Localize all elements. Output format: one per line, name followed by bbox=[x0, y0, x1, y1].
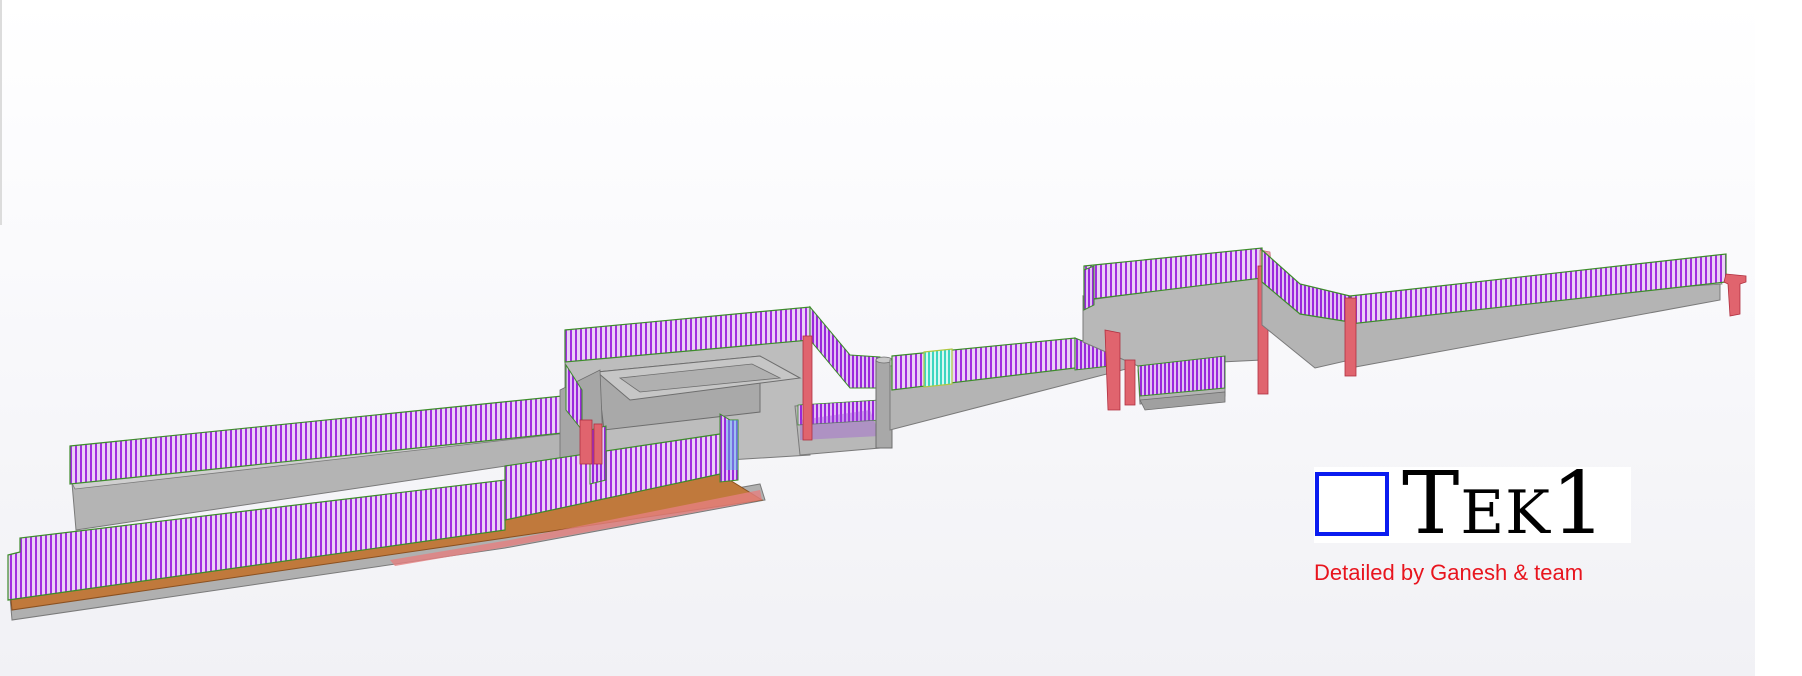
logo-wordmark: TEK1 bbox=[1402, 461, 1607, 556]
logo-letter-t: T bbox=[1402, 454, 1461, 554]
logo-digit: 1 bbox=[1551, 454, 1607, 554]
logo-square-icon bbox=[1315, 472, 1389, 536]
center-red-post bbox=[802, 335, 813, 441]
credit-text: Detailed by Ganesh & team bbox=[1314, 560, 1584, 585]
logo-letters-ek: EK bbox=[1460, 478, 1551, 548]
lower-ramp-red-posts bbox=[579, 419, 603, 465]
tek1-logo: TEK1 bbox=[1314, 461, 1631, 548]
